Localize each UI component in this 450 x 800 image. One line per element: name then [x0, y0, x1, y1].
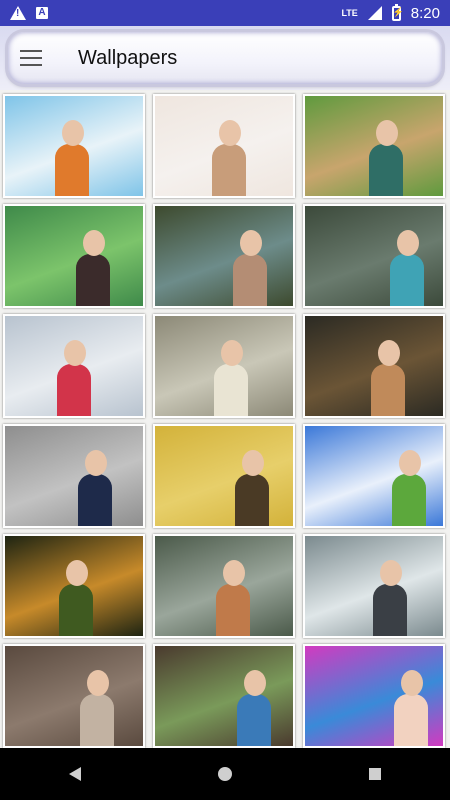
- wallpaper-thumbnail[interactable]: [153, 424, 295, 528]
- thumbnail-figure: [78, 474, 112, 526]
- wallpaper-thumbnail[interactable]: [303, 314, 445, 418]
- thumbnail-figure: [371, 364, 405, 416]
- battery-charging-icon: [391, 3, 404, 21]
- thumbnail-figure: [369, 144, 403, 196]
- network-type: LTE: [341, 7, 358, 18]
- wallpaper-thumbnail[interactable]: [153, 644, 295, 748]
- thumbnail-figure: [390, 254, 424, 306]
- thumbnail-figure: [373, 584, 407, 636]
- wallpaper-thumbnail[interactable]: [303, 204, 445, 308]
- toolbar: Wallpapers: [8, 32, 442, 84]
- thumbnail-figure: [233, 254, 267, 306]
- hamburger-menu-icon[interactable]: [20, 50, 42, 66]
- thumbnail-head: [83, 230, 105, 256]
- toolbar-container: Wallpapers: [0, 26, 450, 90]
- home-icon[interactable]: [217, 767, 232, 781]
- thumbnail-head: [221, 340, 243, 366]
- thumbnail-head: [85, 450, 107, 476]
- thumbnail-head: [66, 560, 88, 586]
- wallpaper-thumbnail[interactable]: [153, 534, 295, 638]
- thumbnail-head: [397, 230, 419, 256]
- wallpaper-thumbnail[interactable]: [3, 204, 145, 308]
- wallpaper-thumbnail[interactable]: [303, 644, 445, 748]
- thumbnail-figure: [214, 364, 248, 416]
- wallpaper-thumbnail[interactable]: [303, 94, 445, 198]
- thumbnail-head: [399, 450, 421, 476]
- thumbnail-figure: [55, 144, 89, 196]
- wallpaper-thumbnail[interactable]: [3, 94, 145, 198]
- thumbnail-head: [64, 340, 86, 366]
- back-icon[interactable]: [68, 767, 81, 781]
- warning-icon: [10, 6, 26, 20]
- thumbnail-figure: [80, 694, 114, 746]
- status-time: 8:20: [410, 4, 440, 22]
- wallpaper-thumbnail[interactable]: [303, 424, 445, 528]
- thumbnail-head: [242, 450, 264, 476]
- signal-icon: [367, 6, 382, 20]
- thumbnail-head: [240, 230, 262, 256]
- wallpaper-thumbnail[interactable]: [153, 314, 295, 418]
- wallpaper-thumbnail[interactable]: [303, 534, 445, 638]
- thumbnail-figure: [76, 254, 110, 306]
- thumbnail-head: [401, 670, 423, 696]
- thumbnail-head: [62, 120, 84, 146]
- status-left: A: [10, 6, 48, 20]
- wallpaper-thumbnail[interactable]: [153, 204, 295, 308]
- thumbnail-figure: [235, 474, 269, 526]
- page-title: Wallpapers: [78, 46, 178, 69]
- thumbnail-figure: [394, 694, 428, 746]
- wallpaper-grid[interactable]: [0, 92, 450, 748]
- thumbnail-figure: [59, 584, 93, 636]
- thumbnail-figure: [57, 364, 91, 416]
- status-right: LTE 8:20: [341, 3, 440, 22]
- thumbnail-head: [378, 340, 400, 366]
- recents-icon[interactable]: [369, 768, 382, 780]
- wallpaper-thumbnail[interactable]: [3, 424, 145, 528]
- thumbnail-figure: [392, 474, 426, 526]
- wallpaper-thumbnail[interactable]: [3, 534, 145, 638]
- status-bar: A LTE 8:20: [0, 0, 450, 26]
- wallpaper-thumbnail[interactable]: [153, 94, 295, 198]
- thumbnail-head: [219, 120, 241, 146]
- navigation-bar: [0, 748, 450, 800]
- thumbnail-figure: [237, 694, 271, 746]
- thumbnail-head: [380, 560, 402, 586]
- thumbnail-figure: [212, 144, 246, 196]
- thumbnail-head: [244, 670, 266, 696]
- a-notification-icon: A: [36, 7, 48, 19]
- thumbnail-figure: [216, 584, 250, 636]
- thumbnail-head: [87, 670, 109, 696]
- thumbnail-head: [223, 560, 245, 586]
- thumbnail-head: [376, 120, 398, 146]
- wallpaper-thumbnail[interactable]: [3, 314, 145, 418]
- wallpaper-thumbnail[interactable]: [3, 644, 145, 748]
